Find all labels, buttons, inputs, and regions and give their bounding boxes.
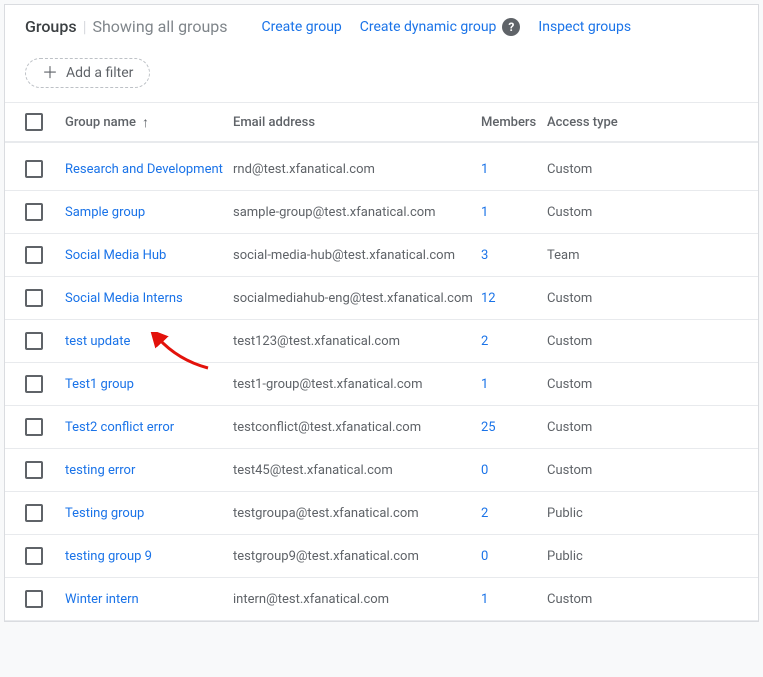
group-access: Public <box>547 549 717 564</box>
group-name-link[interactable]: Test1 group <box>65 377 233 392</box>
row-checkbox[interactable] <box>25 203 43 221</box>
table-row: Research and Developmentrnd@test.xfanati… <box>5 148 758 191</box>
group-access: Public <box>547 506 717 521</box>
table-row: Test2 conflict errortestconflict@test.xf… <box>5 406 758 449</box>
group-access: Custom <box>547 334 717 349</box>
group-members-link[interactable]: 12 <box>481 291 547 306</box>
table-row: test updatetest123@test.xfanatical.com2C… <box>5 320 758 363</box>
filter-bar: ＋ Add a filter <box>5 48 758 103</box>
inspect-groups-link[interactable]: Inspect groups <box>538 19 631 35</box>
group-name-link[interactable]: Social Media Interns <box>65 291 233 306</box>
group-members-link[interactable]: 0 <box>481 463 547 478</box>
group-access: Custom <box>547 377 717 392</box>
table-row: Test1 grouptest1-group@test.xfanatical.c… <box>5 363 758 406</box>
row-checkbox[interactable] <box>25 504 43 522</box>
row-checkbox[interactable] <box>25 418 43 436</box>
group-access: Custom <box>547 420 717 435</box>
row-checkbox[interactable] <box>25 590 43 608</box>
group-email: social-media-hub@test.xfanatical.com <box>233 248 481 263</box>
group-name-link[interactable]: Sample group <box>65 205 233 220</box>
page-subtitle: Showing all groups <box>92 17 227 36</box>
page-title: Groups <box>25 17 77 36</box>
plus-icon: ＋ <box>42 65 58 81</box>
group-email: test123@test.xfanatical.com <box>233 334 481 349</box>
column-header: Group name ↑ Email address Members Acces… <box>5 103 758 142</box>
group-name-link[interactable]: testing group 9 <box>65 549 233 564</box>
group-name-link[interactable]: Winter intern <box>65 592 233 607</box>
col-group-name-label: Group name <box>65 115 136 130</box>
group-members-link[interactable]: 25 <box>481 420 547 435</box>
group-members-link[interactable]: 1 <box>481 205 547 220</box>
group-name-link[interactable]: Test2 conflict error <box>65 420 233 435</box>
row-checkbox[interactable] <box>25 289 43 307</box>
row-checkbox[interactable] <box>25 160 43 178</box>
add-filter-label: Add a filter <box>66 65 133 81</box>
group-members-link[interactable]: 1 <box>481 592 547 607</box>
group-name-link[interactable]: Social Media Hub <box>65 248 233 263</box>
table-row: Testing grouptestgroupa@test.xfanatical.… <box>5 492 758 535</box>
add-filter-button[interactable]: ＋ Add a filter <box>25 58 150 88</box>
table-row: Sample groupsample-group@test.xfanatical… <box>5 191 758 234</box>
group-access: Team <box>547 248 717 263</box>
select-all-checkbox[interactable] <box>25 113 43 131</box>
header-actions: Create group Create dynamic group ? Insp… <box>262 18 632 36</box>
table-row: Winter internintern@test.xfanatical.com1… <box>5 578 758 621</box>
sort-asc-icon: ↑ <box>142 114 149 131</box>
row-checkbox[interactable] <box>25 547 43 565</box>
row-checkbox[interactable] <box>25 375 43 393</box>
group-email: sample-group@test.xfanatical.com <box>233 205 481 220</box>
group-name-link[interactable]: Testing group <box>65 506 233 521</box>
group-members-link[interactable]: 0 <box>481 549 547 564</box>
group-email: testgroup9@test.xfanatical.com <box>233 549 481 564</box>
col-access[interactable]: Access type <box>547 115 717 130</box>
panel-header: Groups | Showing all groups Create group… <box>5 5 758 48</box>
group-name-link[interactable]: test update <box>65 334 233 349</box>
table-row: testing errortest45@test.xfanatical.com0… <box>5 449 758 492</box>
table-row: testing group 9testgroup9@test.xfanatica… <box>5 535 758 578</box>
col-group-name[interactable]: Group name ↑ <box>65 114 233 131</box>
title-separator: | <box>83 17 87 36</box>
group-name-link[interactable]: testing error <box>65 463 233 478</box>
group-email: testconflict@test.xfanatical.com <box>233 420 481 435</box>
col-members[interactable]: Members <box>481 115 547 130</box>
group-email: test45@test.xfanatical.com <box>233 463 481 478</box>
group-access: Custom <box>547 463 717 478</box>
row-checkbox[interactable] <box>25 461 43 479</box>
row-checkbox[interactable] <box>25 246 43 264</box>
group-access: Custom <box>547 162 717 177</box>
group-email: socialmediahub-eng@test.xfanatical.com <box>233 291 481 306</box>
create-group-link[interactable]: Create group <box>262 19 342 35</box>
table-body: Research and Developmentrnd@test.xfanati… <box>5 148 758 621</box>
group-access: Custom <box>547 291 717 306</box>
group-access: Custom <box>547 592 717 607</box>
row-checkbox[interactable] <box>25 332 43 350</box>
table-row: Social Media Hubsocial-media-hub@test.xf… <box>5 234 758 277</box>
group-members-link[interactable]: 3 <box>481 248 547 263</box>
groups-panel: Groups | Showing all groups Create group… <box>4 4 759 622</box>
group-email: intern@test.xfanatical.com <box>233 592 481 607</box>
create-dynamic-group-link[interactable]: Create dynamic group <box>360 19 497 35</box>
group-name-link[interactable]: Research and Development <box>65 162 233 177</box>
group-members-link[interactable]: 1 <box>481 162 547 177</box>
group-access: Custom <box>547 205 717 220</box>
group-email: testgroupa@test.xfanatical.com <box>233 506 481 521</box>
group-members-link[interactable]: 2 <box>481 334 547 349</box>
group-members-link[interactable]: 1 <box>481 377 547 392</box>
group-email: rnd@test.xfanatical.com <box>233 162 481 177</box>
table-row: Social Media Internssocialmediahub-eng@t… <box>5 277 758 320</box>
help-icon[interactable]: ? <box>502 18 520 36</box>
col-email[interactable]: Email address <box>233 115 481 130</box>
group-members-link[interactable]: 2 <box>481 506 547 521</box>
group-email: test1-group@test.xfanatical.com <box>233 377 481 392</box>
